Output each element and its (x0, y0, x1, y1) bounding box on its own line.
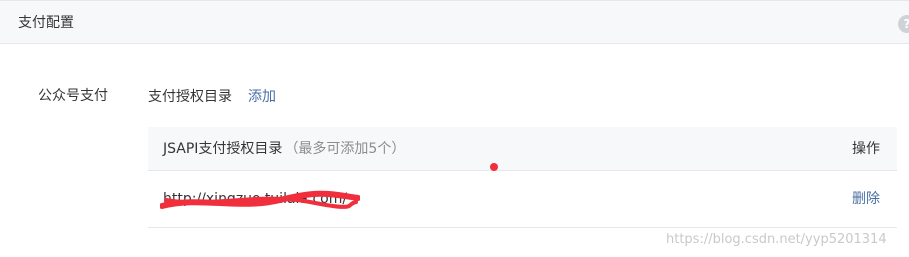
section-label: 公众号支付 (38, 88, 108, 104)
sub-section-label: 支付授权目录 (148, 89, 232, 105)
table-row: http://xingzuo.tuilala.com/ 删除 (148, 171, 897, 228)
table-header-op: 操作 (852, 141, 880, 157)
table-header-note: （最多可添加5个） (284, 141, 406, 157)
table-header-title: JSAPI支付授权目录 （最多可添加5个） (163, 140, 405, 158)
help-icon[interactable]: ? (898, 15, 909, 33)
page-title: 支付配置 (18, 15, 74, 31)
add-link[interactable]: 添加 (248, 87, 276, 107)
delete-link[interactable]: 删除 (852, 190, 880, 208)
annotation-dot (490, 163, 498, 171)
watermark: https://blog.csdn.net/yyp5201314 (666, 232, 887, 247)
auth-directory-table: JSAPI支付授权目录 （最多可添加5个） 操作 http://xingzuo.t… (148, 127, 897, 228)
payment-config-page: 支付配置 ? 公众号支付 支付授权目录 添加 JSAPI支付授权目录（最多可添加… (0, 0, 909, 257)
table-header-title-text: JSAPI支付授权目录 (163, 141, 283, 157)
page-header: 支付配置 ? (0, 0, 909, 44)
redaction-scribble (160, 190, 360, 209)
table-header: JSAPI支付授权目录 （最多可添加5个） 操作 (148, 127, 897, 171)
